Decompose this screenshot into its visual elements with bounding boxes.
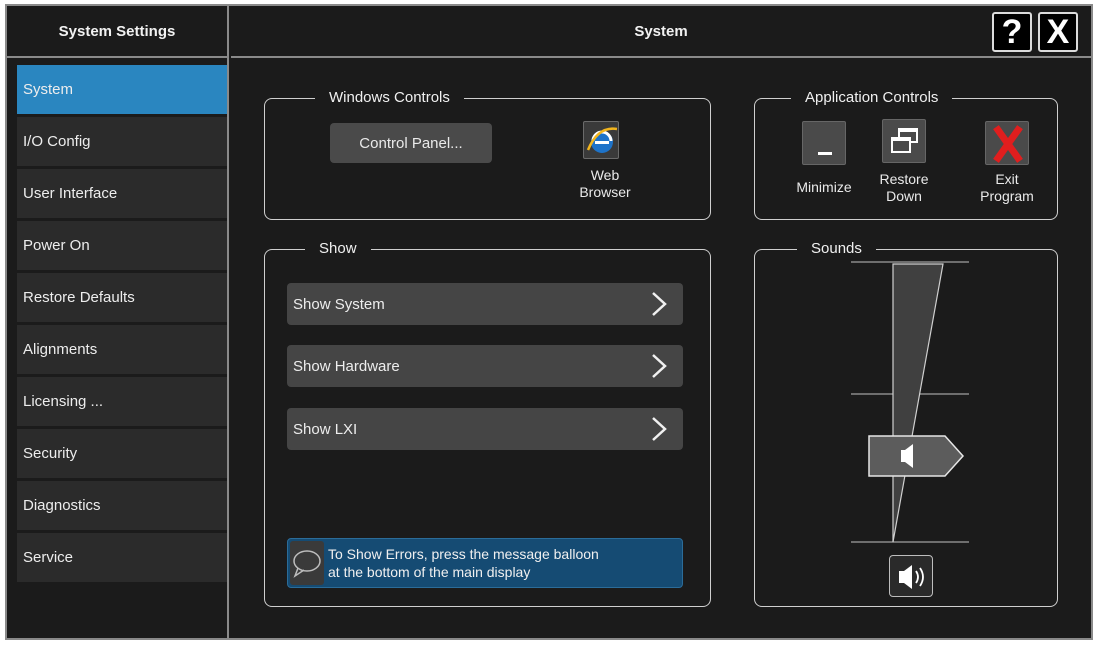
show-system-label: Show System: [293, 295, 385, 313]
application-controls-legend: Application Controls: [791, 89, 953, 107]
show-group: Show Show System Show Hardware Show LXI: [264, 240, 711, 607]
show-errors-info: To Show Errors, press the message balloo…: [287, 538, 683, 588]
windows-controls-group: Windows Controls Control Panel... Web Br…: [264, 89, 711, 220]
speaker-icon: [899, 565, 924, 589]
show-lxi-label: Show LXI: [293, 420, 358, 438]
nav-item-licensing[interactable]: Licensing ...: [17, 377, 227, 426]
system-settings-window: System Settings System I/O Config User I…: [5, 4, 1093, 640]
nav-item-diagnostics[interactable]: Diagnostics: [17, 481, 227, 530]
restore-down-label-line2: Down: [886, 188, 922, 204]
exit-program-icon: [985, 121, 1029, 165]
minimize-icon: [802, 121, 846, 165]
nav-item-restore-defaults[interactable]: Restore Defaults: [17, 273, 227, 322]
speaker-mute-button[interactable]: [889, 555, 933, 597]
nav-item-user-interface[interactable]: User Interface: [17, 169, 227, 218]
application-controls-group: Application Controls Minimize Restore Do…: [754, 89, 1058, 220]
close-button[interactable]: X: [1038, 12, 1078, 52]
show-system-button[interactable]: Show System: [287, 283, 683, 325]
web-browser-icon: [583, 121, 619, 159]
show-legend: Show: [305, 240, 371, 258]
exit-program-label: Exit Program: [971, 171, 1043, 205]
sidebar-title: System Settings: [7, 6, 227, 58]
exit-program-label-line1: Exit: [995, 171, 1019, 187]
settings-sidebar: System Settings System I/O Config User I…: [7, 6, 229, 638]
message-balloon-icon: [290, 541, 324, 585]
page-title: System: [231, 6, 1091, 58]
show-hardware-button[interactable]: Show Hardware: [287, 345, 683, 387]
control-panel-button[interactable]: Control Panel...: [330, 123, 492, 163]
show-errors-line2: at the bottom of the main display: [328, 564, 531, 580]
web-browser-label-line2: Browser: [579, 184, 631, 200]
minimize-button[interactable]: Minimize: [785, 121, 855, 211]
restore-down-button[interactable]: Restore Down: [869, 119, 939, 211]
settings-nav-list: System I/O Config User Interface Power O…: [17, 65, 227, 585]
nav-item-security[interactable]: Security: [17, 429, 227, 478]
restore-down-label-line1: Restore: [879, 171, 929, 187]
volume-slider-handle[interactable]: [867, 434, 965, 478]
exit-program-label-line2: Program: [980, 188, 1034, 204]
web-browser-button[interactable]: Web Browser: [565, 119, 645, 211]
main-panel: System ? X Windows Controls Control Pane…: [231, 6, 1091, 638]
show-lxi-button[interactable]: Show LXI: [287, 408, 683, 450]
show-hardware-label: Show Hardware: [293, 357, 400, 375]
chevron-right-icon: [652, 417, 667, 441]
web-browser-label-line1: Web: [590, 167, 620, 183]
restore-down-icon: [882, 119, 926, 163]
nav-item-io-config[interactable]: I/O Config: [17, 117, 227, 166]
sounds-group: Sounds: [754, 240, 1058, 607]
nav-item-power-on[interactable]: Power On: [17, 221, 227, 270]
nav-item-service[interactable]: Service: [17, 533, 227, 582]
restore-down-label: Restore Down: [869, 171, 939, 205]
minimize-label: Minimize: [796, 179, 852, 195]
windows-controls-legend: Windows Controls: [315, 89, 464, 107]
show-errors-line1: To Show Errors, press the message balloo…: [328, 546, 599, 562]
nav-item-alignments[interactable]: Alignments: [17, 325, 227, 374]
chevron-right-icon: [652, 354, 667, 378]
web-browser-label: Web Browser: [565, 167, 645, 201]
chevron-right-icon: [652, 292, 667, 316]
help-button[interactable]: ?: [992, 12, 1032, 52]
nav-item-system[interactable]: System: [17, 65, 227, 114]
show-errors-text: To Show Errors, press the message balloo…: [328, 545, 599, 581]
exit-program-button[interactable]: Exit Program: [971, 121, 1051, 213]
